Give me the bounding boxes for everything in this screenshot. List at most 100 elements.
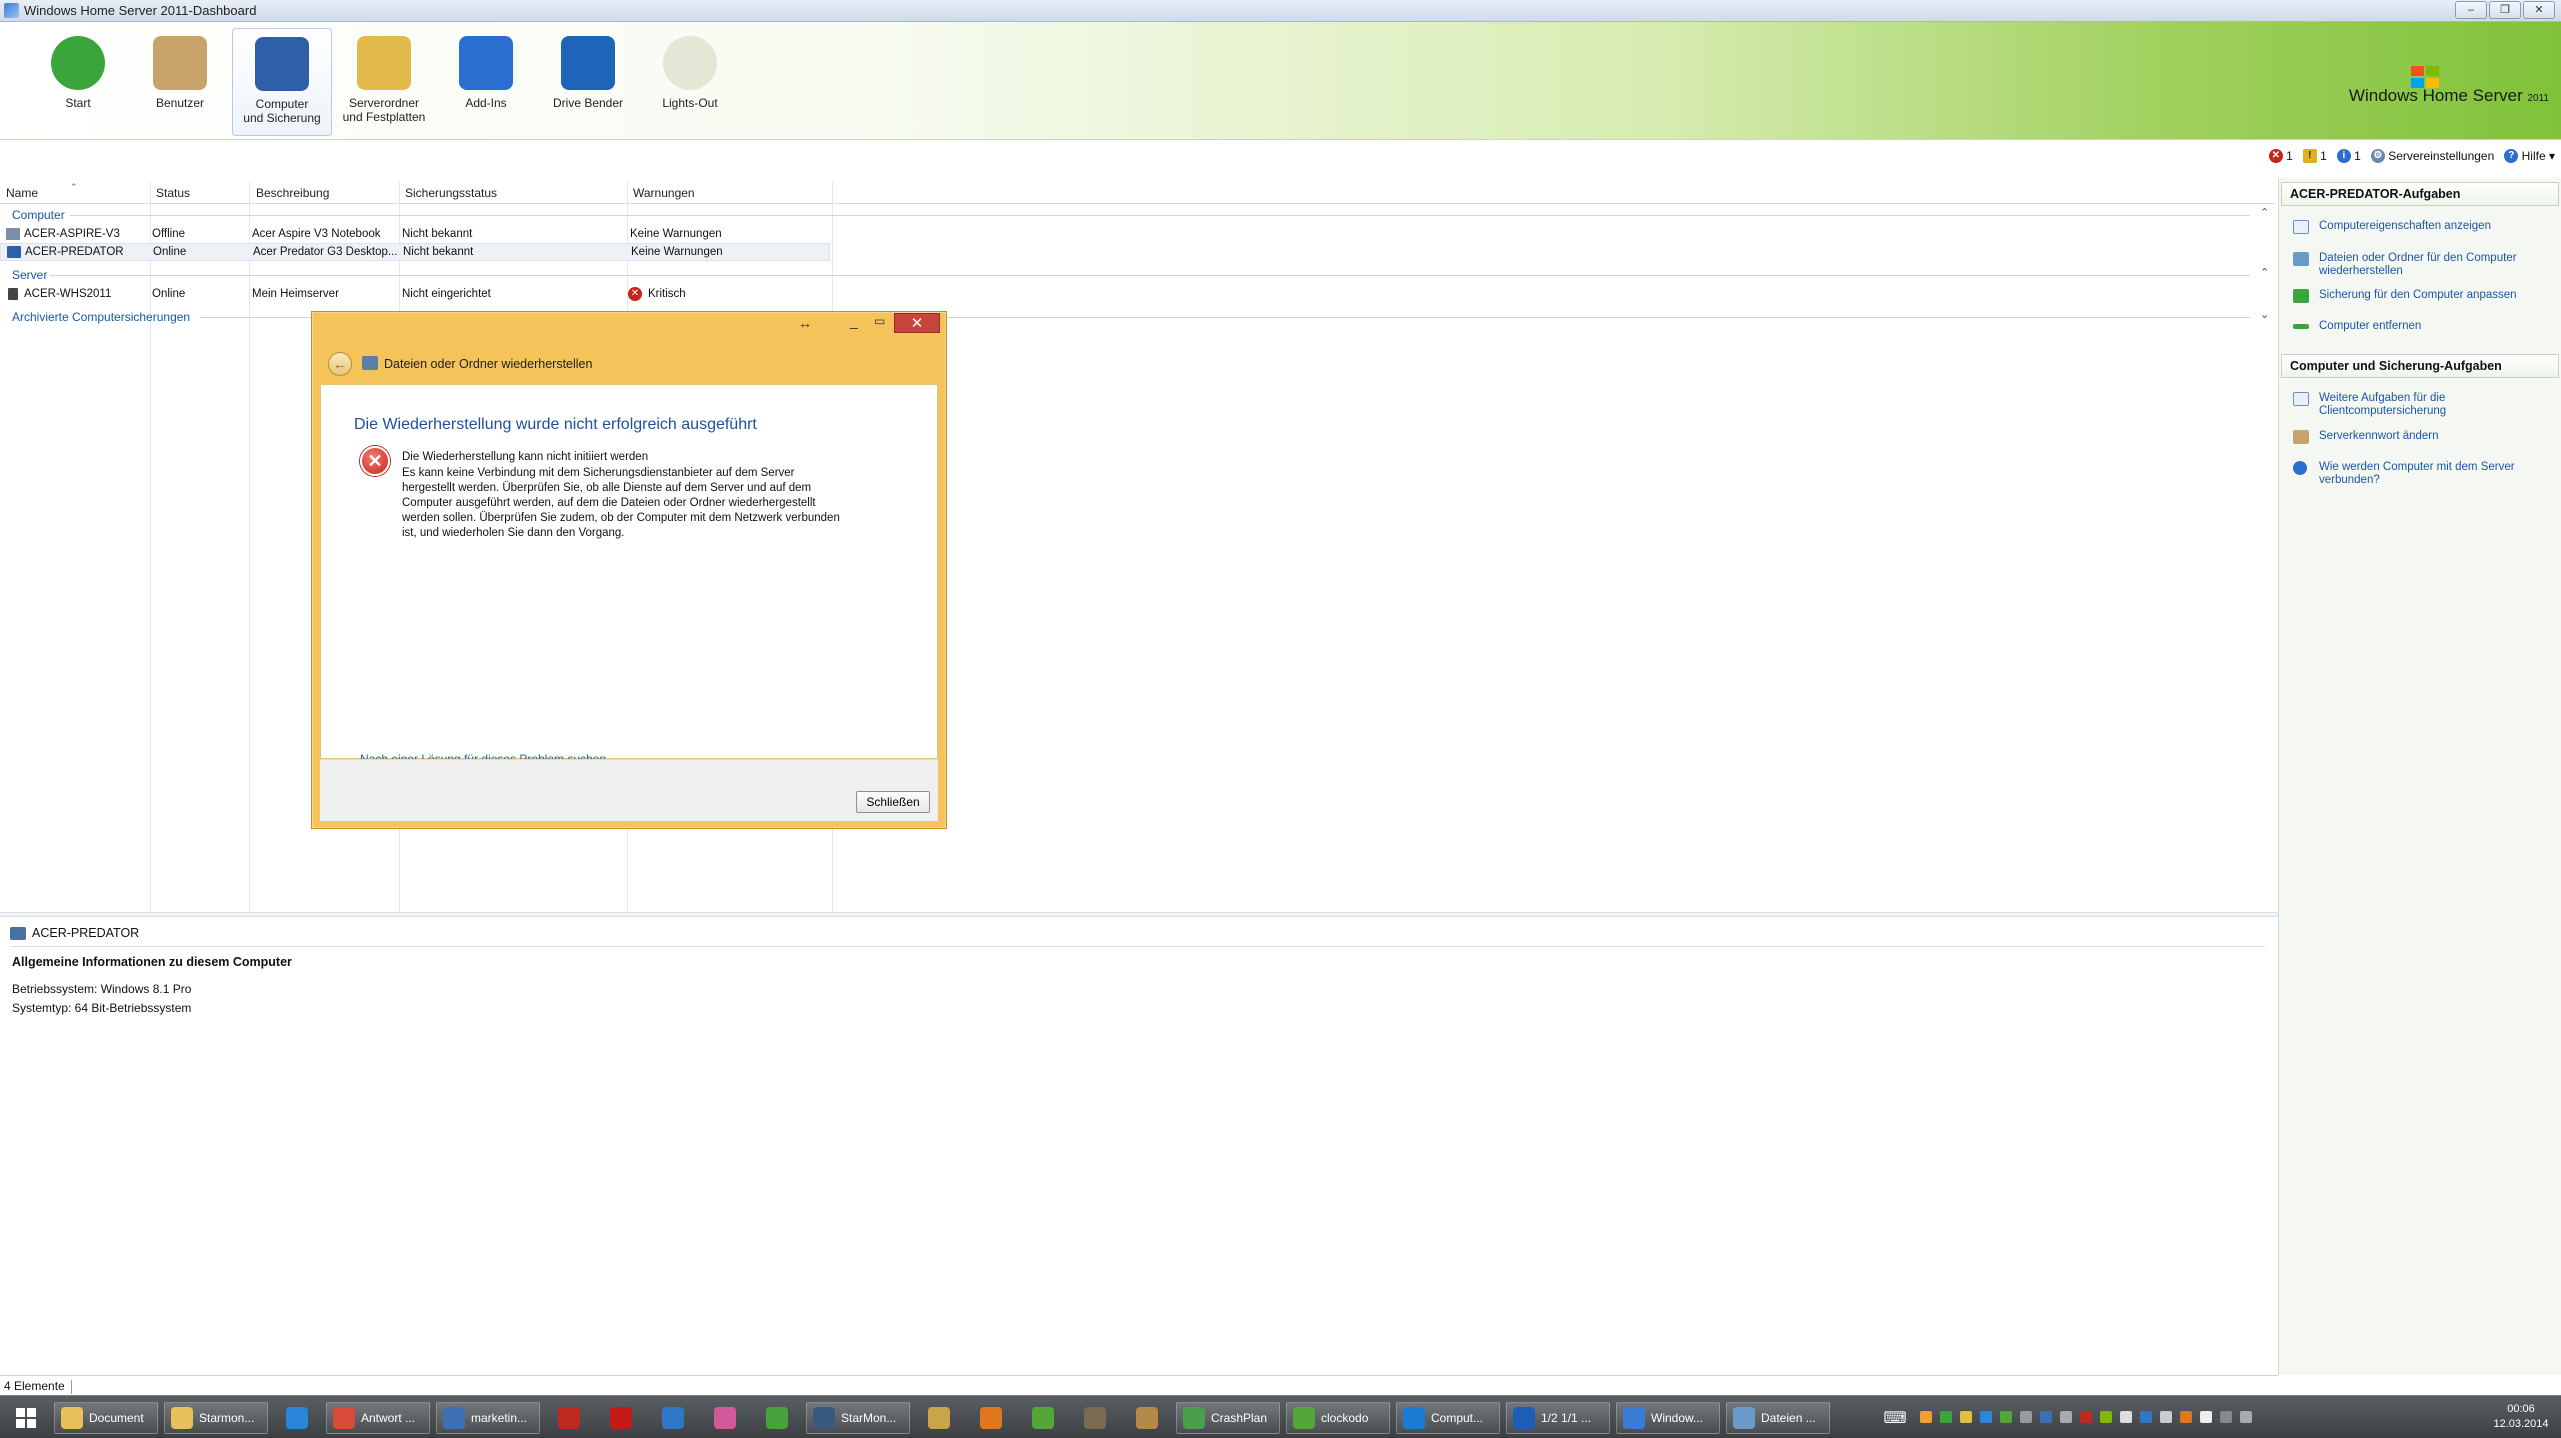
ribbon-tab-label: Drive Bender [552,96,624,110]
minimize-button[interactable]: – [2455,1,2487,19]
details-divider [10,946,2265,947]
power-icon [558,1407,580,1429]
task-restore-files[interactable]: Dateien oder Ordner für den Computer wie… [2293,252,2553,278]
taskbar-item-clockodo[interactable] [1020,1402,1066,1434]
info-icon: i [2336,149,2351,164]
tray-icon[interactable] [2220,1411,2232,1423]
taskbar-item-restore[interactable]: Dateien ... [1726,1402,1830,1434]
tray-icon[interactable] [1940,1411,1952,1423]
back-button[interactable]: ← [328,352,352,376]
ribbon-tab-label: Lights-Out [662,96,718,110]
taskbar-item-clockodo[interactable]: clockodo [1286,1402,1390,1434]
maximize-button[interactable]: ❐ [2489,1,2521,19]
collapse-icon[interactable]: ⌃ [2260,206,2269,219]
collapse-icon[interactable]: ⌃ [2260,266,2269,279]
pane-splitter[interactable] [0,912,2278,917]
ribbon-tab-bulb[interactable]: Lights-Out [640,28,740,136]
taskbar-item-folder[interactable]: Starmon... [164,1402,268,1434]
row-status: Online [153,246,187,258]
resize-icon[interactable]: ↔ [798,315,812,331]
task-change-password[interactable]: Serverkennwort ändern [2293,430,2553,444]
taskbar-item-gimp[interactable] [1072,1402,1118,1434]
group-server[interactable]: Server [12,268,47,282]
tray-icon[interactable] [2140,1411,2152,1423]
dialog-maximize-button[interactable]: ▭ [874,314,885,328]
filezilla-icon [610,1407,632,1429]
column-header-description[interactable]: Beschreibung [256,186,329,200]
taskbar-item-evernote[interactable] [754,1402,800,1434]
close-dialog-button[interactable]: Schließen [856,791,930,813]
task-more-backup-tasks[interactable]: Weitere Aufgaben für die Clientcomputers… [2293,392,2553,418]
tray-icon[interactable] [2080,1411,2092,1423]
taskbar-item-thunderbird[interactable]: marketin... [436,1402,540,1434]
group-archived-backups[interactable]: Archivierte Computersicherungen [12,310,190,324]
expand-icon[interactable]: ⌄ [2260,308,2269,321]
table-row-selected[interactable]: ACER-PREDATOR Online Acer Predator G3 De… [0,243,830,261]
row-warnings: Keine Warnungen [630,228,722,240]
task-remove-computer[interactable]: Computer entfernen [2293,320,2553,333]
taskbar-item-label: Window... [1651,1411,1704,1425]
tray-icon[interactable] [2200,1411,2212,1423]
tray-icon[interactable] [2060,1411,2072,1423]
task-view-properties[interactable]: Computereigenschaften anzeigen [2293,220,2553,234]
ribbon-tab-drive-bender[interactable]: Drive Bender [538,28,638,136]
backup-icon [2293,289,2309,303]
close-button[interactable]: ✕ [2523,1,2555,19]
row-name: ACER-ASPIRE-V3 [24,228,120,240]
taskbar-item-media[interactable] [650,1402,696,1434]
taskbar-item-folder[interactable]: Document [54,1402,158,1434]
taskbar-item-wizard[interactable] [916,1402,962,1434]
warning-count[interactable]: ! 1 [2302,149,2327,164]
taskbar-item-whs[interactable]: Window... [1616,1402,1720,1434]
table-row[interactable]: ACER-WHS2011 Online Mein Heimserver Nich… [0,286,830,304]
taskbar-item-crashplan[interactable]: CrashPlan [1176,1402,1280,1434]
taskbar-item-power[interactable] [546,1402,592,1434]
tray-icon[interactable] [2000,1411,2012,1423]
clock[interactable]: 00:06 12.03.2014 [2491,1402,2551,1432]
taskbar-item-chrome[interactable]: Antwort ... [326,1402,430,1434]
ribbon-tab-users[interactable]: Benutzer [130,28,230,136]
dialog-footer [320,759,938,821]
column-header-warnings[interactable]: Warnungen [633,186,695,200]
taskbar-item-filezilla[interactable] [598,1402,644,1434]
dialog-heading: Die Wiederherstellung wurde nicht erfolg… [354,416,757,433]
table-row[interactable]: ACER-ASPIRE-V3 Offline Acer Aspire V3 No… [0,226,830,244]
tray-icon[interactable] [2180,1411,2192,1423]
group-computer[interactable]: Computer [12,208,65,222]
ribbon-tab-folder[interactable]: Serverordner und Festplatten [334,28,434,136]
column-header-name[interactable]: Name [6,186,38,200]
start-button[interactable] [6,1402,46,1434]
server-settings-link[interactable]: ⚙ Servereinstellungen [2370,149,2494,164]
tray-icon[interactable] [2120,1411,2132,1423]
server-icon [8,288,18,300]
taskbar-item-label: 1/2 1/1 ... [1541,1411,1592,1425]
dialog-minimize-button[interactable]: _ [850,313,858,329]
tray-icon[interactable] [2240,1411,2252,1423]
taskbar-item-ie[interactable] [274,1402,320,1434]
tray-icon[interactable] [2020,1411,2032,1423]
ribbon-tab-home[interactable]: Start [28,28,128,136]
ribbon-tab-computer[interactable]: Computer und Sicherung [232,28,332,136]
info-count[interactable]: i 1 [2336,149,2361,164]
taskbar-item-teamviewer[interactable]: Comput... [1396,1402,1500,1434]
taskbar-item-word[interactable]: 1/2 1/1 ... [1506,1402,1610,1434]
taskbar-item-firefox[interactable] [968,1402,1014,1434]
tray-icon[interactable] [2160,1411,2172,1423]
column-header-backup-status[interactable]: Sicherungsstatus [405,186,497,200]
dialog-close-button[interactable]: ✕ [894,313,940,333]
tray-icon[interactable] [2100,1411,2112,1423]
taskbar-item-picture[interactable] [1124,1402,1170,1434]
task-connect-help[interactable]: Wie werden Computer mit dem Server verbu… [2293,461,2553,487]
ribbon-tab-addins[interactable]: Add-Ins [436,28,536,136]
error-count[interactable]: ✕ 1 [2268,149,2293,164]
taskbar-item-starmoney[interactable]: StarMon... [806,1402,910,1434]
taskbar-item-paint[interactable] [702,1402,748,1434]
keyboard-icon[interactable]: ⌨ [1878,1402,1912,1434]
task-customize-backup[interactable]: Sicherung für den Computer anpassen [2293,289,2553,303]
tray-icon[interactable] [1980,1411,1992,1423]
tray-icon[interactable] [1960,1411,1972,1423]
help-link[interactable]: ? Hilfe ▾ [2504,149,2555,164]
column-header-status[interactable]: Status [156,186,190,200]
tray-icon[interactable] [1920,1411,1932,1423]
tray-icon[interactable] [2040,1411,2052,1423]
